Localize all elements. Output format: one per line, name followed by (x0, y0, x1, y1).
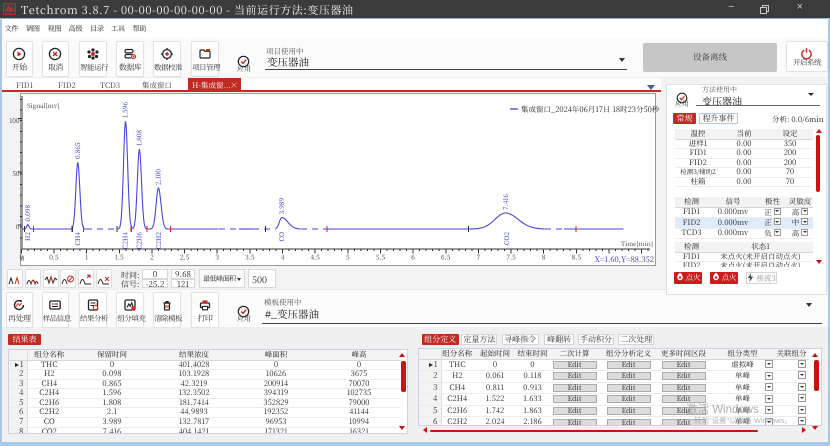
svg-text:2.5: 2.5 (180, 253, 190, 262)
svg-text:5.5: 5.5 (376, 253, 386, 262)
svg-text:H2: H2 (23, 232, 32, 242)
svg-text:1.5: 1.5 (115, 253, 124, 262)
svg-text:Signal[mv]: Signal[mv] (27, 101, 59, 110)
svg-text:4.5: 4.5 (310, 253, 320, 262)
svg-text:1.808: 1.808 (135, 130, 144, 146)
svg-text:8.5: 8.5 (572, 253, 582, 262)
svg-text:集成窗口_2024年06月17日 18时23分50秒: 集成窗口_2024年06月17日 18时23分50秒 (521, 104, 660, 115)
svg-text:CH4: CH4 (73, 232, 82, 246)
svg-text:3.5: 3.5 (245, 253, 255, 262)
svg-text:4: 4 (281, 253, 285, 262)
svg-text:CO2: CO2 (502, 232, 511, 245)
svg-text:0.865: 0.865 (73, 142, 82, 159)
svg-text:7.416: 7.416 (501, 194, 510, 210)
svg-text:C2H6: C2H6 (135, 232, 144, 250)
svg-text:2: 2 (150, 253, 154, 262)
svg-text:3: 3 (215, 253, 219, 262)
svg-text:X=1.60,Y=88.352: X=1.60,Y=88.352 (595, 254, 654, 265)
svg-text:2.100: 2.100 (154, 169, 163, 185)
svg-text:7.5: 7.5 (506, 253, 516, 262)
svg-text:8: 8 (542, 253, 546, 262)
svg-text:1.596: 1.596 (121, 102, 130, 118)
svg-text:6.5: 6.5 (441, 253, 451, 262)
svg-text:5: 5 (346, 253, 350, 262)
svg-text:1: 1 (85, 253, 88, 262)
svg-text:Time[min]: Time[min] (621, 239, 653, 248)
svg-text:CO: CO (277, 232, 286, 241)
svg-text:7: 7 (477, 253, 481, 262)
svg-text:C2H2: C2H2 (154, 232, 163, 250)
svg-text:0.5: 0.5 (49, 253, 59, 262)
svg-text:0.098: 0.098 (23, 204, 32, 221)
svg-text:C2H4: C2H4 (121, 232, 130, 250)
svg-text:3.989: 3.989 (277, 197, 286, 214)
svg-text:6: 6 (411, 253, 415, 262)
